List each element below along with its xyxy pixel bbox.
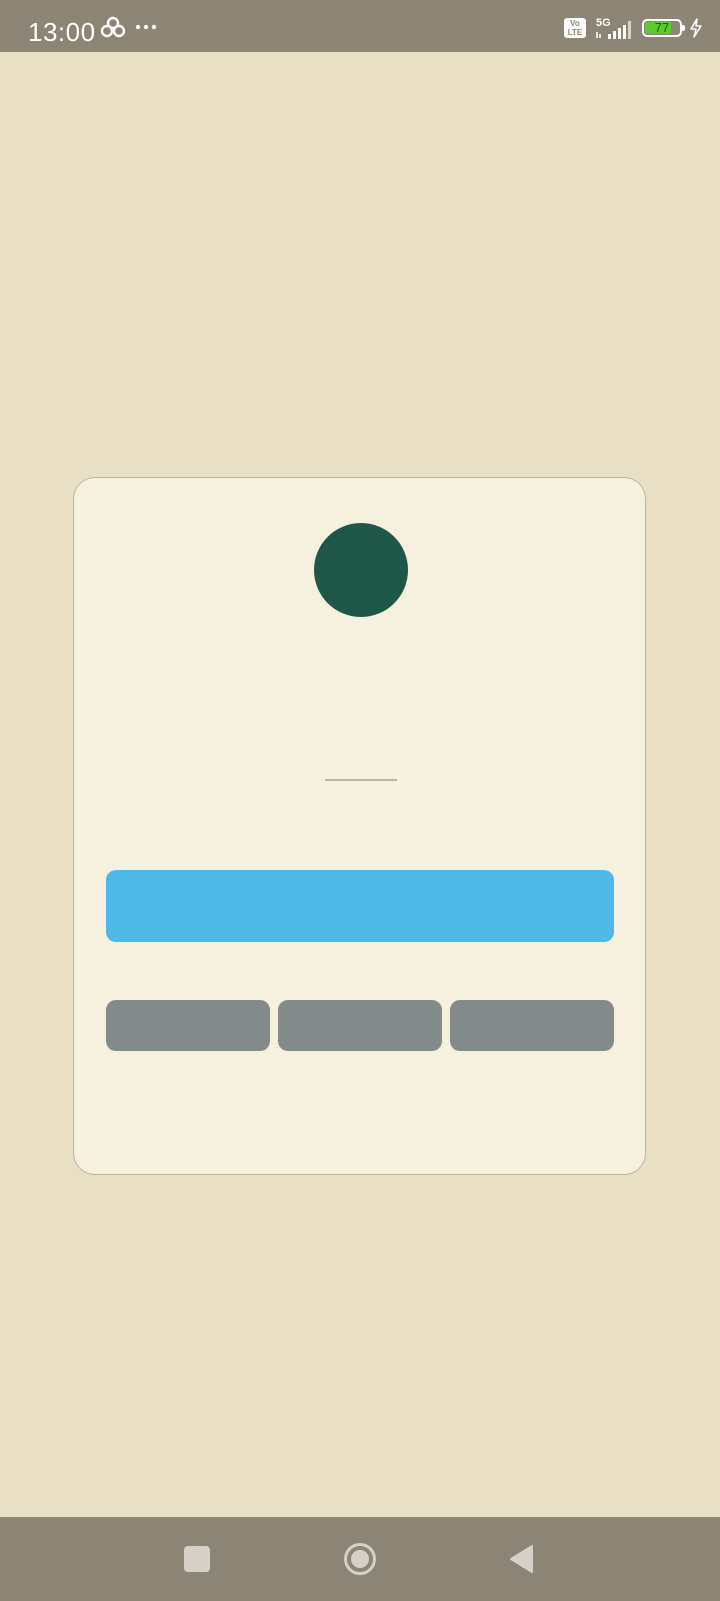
battery-icon: 77 — [642, 19, 685, 37]
signal-icon: 5G — [596, 17, 631, 39]
status-system-icons: Vo LTE 5G 77 — [564, 16, 702, 40]
charging-icon — [690, 18, 702, 38]
avatar — [314, 523, 408, 617]
divider — [325, 779, 397, 781]
dialog-card — [73, 477, 646, 1175]
primary-button[interactable] — [106, 870, 614, 942]
recent-apps-icon[interactable] — [184, 1546, 210, 1572]
more-notifications-icon — [135, 24, 157, 30]
battery-level: 77 — [654, 20, 670, 35]
secondary-button-2[interactable] — [278, 1000, 442, 1051]
home-icon[interactable] — [343, 1542, 377, 1576]
app-notification-icon — [100, 16, 126, 38]
volte-icon: Vo LTE — [564, 18, 586, 38]
navigation-bar — [0, 1517, 720, 1601]
status-time: 13:00 — [28, 17, 96, 47]
secondary-button-1[interactable] — [106, 1000, 270, 1051]
secondary-button-3[interactable] — [450, 1000, 614, 1051]
back-icon[interactable] — [508, 1544, 534, 1574]
signal-label: 5G — [596, 17, 611, 29]
status-bar: 13:00 Vo LTE 5G 77 — [0, 0, 720, 52]
status-notification-icons — [100, 16, 158, 38]
